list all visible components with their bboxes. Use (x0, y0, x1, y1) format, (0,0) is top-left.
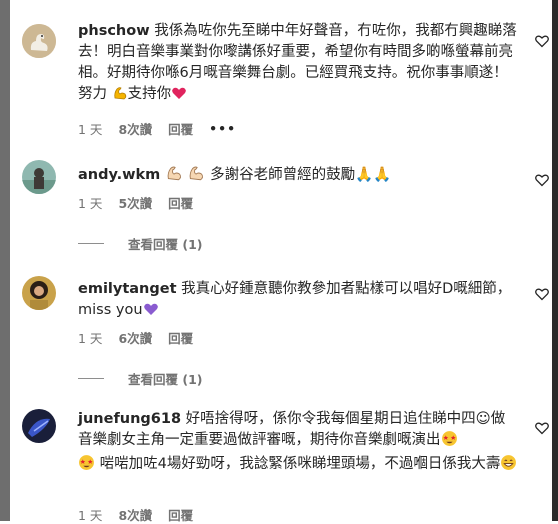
comment-meta: 1 天 8次讚 回覆 ••• (78, 119, 236, 138)
comment-text: junefung618 好唔捨得呀，係你令我每個星期日追住睇中四☺做音樂劇女主角… (78, 409, 518, 478)
comment-body: 多謝谷老師曾經的鼓勵🙏🙏 (210, 167, 392, 183)
comment-likes[interactable]: 8次讚 (118, 505, 152, 524)
reply-button[interactable]: 回覆 (168, 328, 193, 347)
red-heart-icon (171, 85, 187, 108)
star-struck-icon (78, 454, 95, 478)
star-struck-icon (441, 430, 458, 454)
heart-outline-icon[interactable] (534, 172, 550, 188)
comment-username[interactable]: junefung618 (78, 411, 181, 427)
heart-outline-icon[interactable] (534, 286, 550, 302)
heart-outline-icon[interactable] (534, 420, 550, 436)
avatar[interactable] (22, 24, 56, 58)
flexed-biceps-icon (165, 164, 183, 189)
view-replies-label[interactable]: 查看回覆 (1) (128, 369, 202, 388)
avatar[interactable] (22, 160, 56, 194)
comment-time[interactable]: 1 天 (78, 193, 102, 212)
window-left-edge (0, 0, 10, 521)
flexed-biceps-icon (187, 164, 205, 189)
comment-text: phschow 我係為咗你先至睇中年好聲音，冇咗你，我都冇興趣睇落去！明白音樂事… (78, 21, 518, 108)
comment-likes[interactable]: 6次讚 (118, 328, 152, 347)
comment-text: emilytanget 我真心好鍾意聽你教參加者點樣可以唱好D嘅細節，miss … (78, 279, 518, 324)
avatar-image (22, 409, 56, 443)
flexed-biceps-icon (112, 85, 128, 108)
avatar[interactable] (22, 409, 56, 443)
scrollbar[interactable] (552, 0, 558, 521)
grinning-icon (500, 454, 517, 478)
comment-body-tail: 支持你 (127, 86, 172, 102)
comment-time[interactable]: 1 天 (78, 505, 102, 524)
avatar-image (22, 276, 56, 310)
reply-button[interactable]: 回覆 (168, 505, 193, 524)
view-replies-label[interactable]: 查看回覆 (1) (128, 234, 202, 253)
comment-body-tail: 啱啱加咗4場好勁呀，我諗緊係咪睇埋頭場，不過嗰日係我大壽 (99, 456, 501, 472)
avatar[interactable] (22, 276, 56, 310)
comment-username[interactable]: andy.wkm (78, 167, 160, 183)
comment-likes[interactable]: 8次讚 (118, 119, 152, 138)
comment-likes[interactable]: 5次讚 (118, 193, 152, 212)
divider-line (78, 243, 104, 244)
heart-outline-icon[interactable] (534, 33, 550, 49)
comment-text: andy.wkm 多謝谷老師曾經的鼓勵🙏🙏 (78, 164, 518, 189)
purple-heart-icon (143, 301, 159, 324)
comment-meta: 1 天 8次讚 回覆 (78, 505, 193, 524)
comment-time[interactable]: 1 天 (78, 328, 102, 347)
comment-meta: 1 天 6次讚 回覆 (78, 328, 193, 347)
comment-username[interactable]: emilytanget (78, 281, 177, 297)
comment-time[interactable]: 1 天 (78, 119, 102, 138)
reply-button[interactable]: 回覆 (168, 119, 193, 138)
more-options-button[interactable]: ••• (209, 121, 236, 136)
comment-meta: 1 天 5次讚 回覆 (78, 193, 193, 212)
divider-line (78, 378, 104, 379)
avatar-image (22, 160, 56, 194)
reply-button[interactable]: 回覆 (168, 193, 193, 212)
view-replies-button[interactable]: 查看回覆 (1) (78, 234, 202, 253)
avatar-image (22, 24, 56, 58)
comment-username[interactable]: phschow (78, 23, 150, 39)
view-replies-button[interactable]: 查看回覆 (1) (78, 369, 202, 388)
